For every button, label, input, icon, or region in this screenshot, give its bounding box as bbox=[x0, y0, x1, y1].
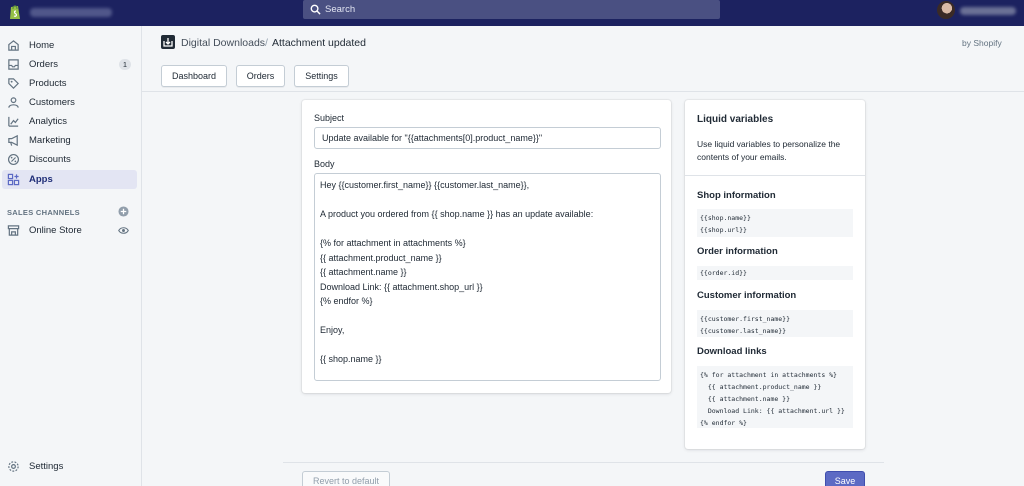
body-line bbox=[320, 224, 655, 239]
sidebar-item-label: Products bbox=[29, 78, 67, 89]
sidebar-item-label: Online Store bbox=[29, 225, 82, 236]
shop-information-heading: Shop information bbox=[697, 190, 776, 201]
by-shopify-label: by Shopify bbox=[962, 38, 1002, 48]
home-icon bbox=[8, 40, 19, 51]
search-icon bbox=[310, 4, 321, 15]
body-line: {{ attachment.name }} bbox=[320, 267, 407, 277]
order-information-code: {{order.id}} bbox=[697, 266, 853, 280]
sidebar-item-products[interactable]: Products bbox=[2, 74, 137, 93]
order-information-heading: Order information bbox=[697, 246, 778, 257]
page-title: Attachment updated bbox=[272, 37, 366, 49]
sidebar-item-label: Customers bbox=[29, 97, 75, 108]
search-input[interactable]: Search bbox=[303, 0, 720, 19]
shop-information-code: {{shop.name}} {{shop.url}} bbox=[697, 209, 853, 237]
breadcrumb-separator: / bbox=[265, 37, 268, 49]
sidebar-item-label: Home bbox=[29, 40, 55, 51]
digital-downloads-app-icon bbox=[161, 35, 175, 49]
save-button[interactable]: Save bbox=[825, 471, 865, 486]
analytics-icon bbox=[8, 116, 19, 127]
sidebar-item-label: Discounts bbox=[29, 154, 71, 165]
orders-count-badge: 1 bbox=[119, 59, 131, 70]
sidebar-item-apps[interactable]: Apps bbox=[2, 170, 137, 189]
sidebar-item-label: Apps bbox=[29, 174, 53, 185]
liquid-variables-title: Liquid variables bbox=[697, 114, 774, 125]
liquid-variables-description: Use liquid variables to personalize the … bbox=[697, 139, 841, 162]
orders-button[interactable]: Orders bbox=[236, 65, 285, 87]
body-textarea[interactable]: Hey {{customer.first_name}} {{customer.l… bbox=[314, 173, 661, 381]
store-name[interactable] bbox=[30, 8, 112, 17]
sidebar-item-label: Orders bbox=[29, 59, 59, 70]
footer-divider bbox=[283, 462, 884, 463]
sidebar-item-orders[interactable]: Orders 1 bbox=[2, 55, 137, 74]
body-line: {% endfor %} bbox=[320, 296, 373, 306]
user-name[interactable] bbox=[960, 7, 1016, 15]
subject-field[interactable]: Update available for "{{attachments[0].p… bbox=[314, 127, 661, 149]
sidebar-item-label: Analytics bbox=[29, 116, 68, 127]
sidebar-item-discounts[interactable]: Discounts bbox=[2, 150, 137, 169]
customer-information-code: {{customer.first_name}} {{customer.last_… bbox=[697, 310, 853, 337]
eye-icon[interactable] bbox=[118, 226, 129, 235]
header-divider bbox=[142, 91, 1024, 92]
body-line: Hey {{customer.first_name}} {{customer.l… bbox=[320, 180, 530, 190]
breadcrumb-app-link[interactable]: Digital Downloads bbox=[181, 37, 265, 49]
sidebar-item-customers[interactable]: Customers bbox=[2, 93, 137, 112]
body-line: A product you ordered from {{ shop.name … bbox=[320, 209, 594, 219]
search-placeholder: Search bbox=[325, 4, 356, 15]
sidebar-item-marketing[interactable]: Marketing bbox=[2, 131, 137, 150]
megaphone-icon bbox=[8, 134, 18, 147]
body-line bbox=[320, 311, 655, 326]
body-line: {% for attachment in attachments %} bbox=[320, 238, 466, 248]
store-icon bbox=[7, 225, 20, 236]
body-label: Body bbox=[314, 159, 335, 169]
body-line: {{ shop.name }} bbox=[320, 354, 382, 364]
apps-icon bbox=[7, 173, 20, 186]
download-links-code: {% for attachment in attachments %} {{ a… bbox=[697, 366, 853, 428]
avatar[interactable] bbox=[937, 1, 955, 19]
person-icon bbox=[8, 97, 19, 108]
gear-icon bbox=[8, 461, 19, 472]
sidebar-item-settings[interactable]: Settings bbox=[2, 457, 137, 476]
sidebar-item-home[interactable]: Home bbox=[2, 36, 137, 55]
body-line: {{ attachment.product_name }} bbox=[320, 252, 442, 263]
discount-icon bbox=[7, 153, 20, 166]
dashboard-button[interactable]: Dashboard bbox=[161, 65, 227, 87]
liquid-variables-panel: Liquid variables Use liquid variables to… bbox=[685, 100, 865, 449]
tag-icon bbox=[8, 78, 19, 89]
body-line bbox=[320, 340, 655, 355]
download-links-heading: Download links bbox=[697, 346, 767, 357]
shopify-logo-icon[interactable] bbox=[8, 3, 22, 21]
sidebar: Home Orders 1 Products Customers Analyti… bbox=[0, 26, 142, 486]
body-line: Enjoy, bbox=[320, 325, 345, 335]
revert-to-default-button[interactable]: Revert to default bbox=[302, 471, 390, 486]
sidebar-item-label: Settings bbox=[29, 461, 64, 472]
top-bar: Search bbox=[0, 0, 1024, 26]
sidebar-item-online-store[interactable]: Online Store bbox=[2, 221, 137, 240]
subject-label: Subject bbox=[314, 113, 345, 123]
divider bbox=[685, 175, 865, 176]
body-line: Download Link: {{ attachment.shop_url }} bbox=[320, 281, 483, 292]
body-line bbox=[320, 195, 655, 210]
customer-information-heading: Customer information bbox=[697, 290, 797, 301]
orders-icon bbox=[8, 59, 19, 70]
email-editor-card: Subject Update available for "{{attachme… bbox=[302, 100, 671, 393]
sales-channels-heading: SALES CHANNELS bbox=[7, 208, 80, 217]
sidebar-item-analytics[interactable]: Analytics bbox=[2, 112, 137, 131]
settings-button[interactable]: Settings bbox=[294, 65, 349, 87]
sidebar-item-label: Marketing bbox=[29, 135, 71, 146]
add-sales-channel-icon[interactable] bbox=[118, 206, 129, 217]
